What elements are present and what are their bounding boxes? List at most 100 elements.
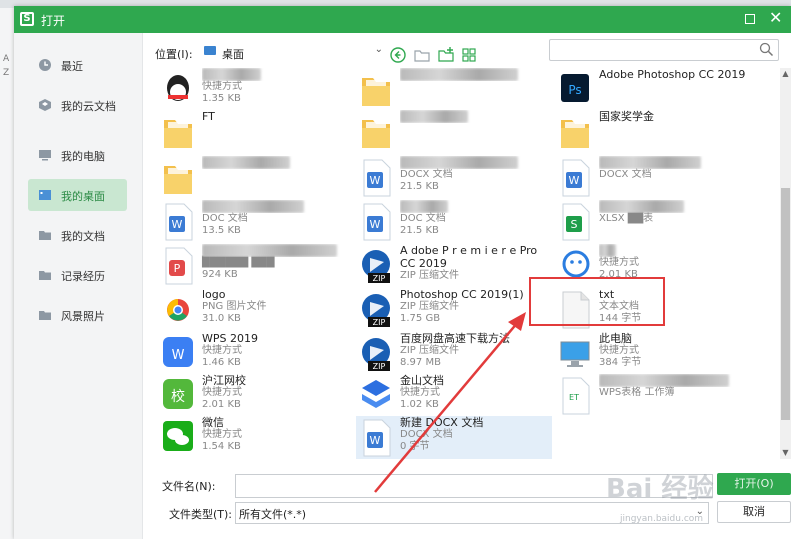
file-size: 21.5 KB — [400, 225, 439, 236]
file-item[interactable]: ████████ — [356, 110, 552, 154]
sidebar-item-label: 我的电脑 — [61, 150, 105, 163]
back-icon[interactable] — [389, 46, 407, 64]
file-name: ████████████ — [599, 156, 749, 169]
file-item[interactable]: W ██████████████DOCX 文档21.5 KB — [356, 156, 552, 200]
up-folder-icon[interactable] — [413, 46, 431, 64]
hujiang-icon: 校 — [160, 376, 196, 416]
sidebar-item-recent[interactable]: 最近 — [28, 49, 127, 81]
file-name: WPS 2019 — [202, 332, 258, 345]
file-type: ZIP 压缩文件 — [400, 345, 460, 356]
sidebar-item-scenery[interactable]: 风景照片 — [28, 299, 127, 331]
file-item[interactable]: FT — [158, 110, 354, 154]
sidebar-item-label: 风景照片 — [61, 310, 105, 323]
filetype-label: 文件类型(T): — [169, 508, 233, 521]
pc-icon — [557, 334, 593, 374]
file-type: DOC 文档 — [400, 213, 446, 224]
sidebar-item-my-documents[interactable]: 我的文档 — [28, 219, 127, 251]
sidebar-item-records[interactable]: 记录经历 — [28, 259, 127, 291]
search-input[interactable] — [549, 39, 779, 61]
file-item[interactable]: ███████快捷方式1.35 KB — [158, 68, 354, 112]
file-name: 沪江网校 — [202, 374, 246, 387]
svg-text:Ps: Ps — [568, 83, 581, 97]
file-size: 1.02 KB — [400, 399, 439, 410]
maximize-icon[interactable] — [745, 14, 755, 24]
view-mode-icon[interactable] — [461, 46, 479, 64]
wps-pdf-icon: P — [160, 246, 196, 286]
file-item[interactable]: P ██████████████████████ ███924 KB — [158, 244, 354, 288]
file-name: ██ — [599, 244, 749, 257]
file-item[interactable]: 微信 快捷方式 1.54 KB — [158, 416, 354, 459]
file-name: 微信 — [202, 416, 224, 429]
new-folder-icon[interactable] — [437, 46, 455, 64]
file-type: 快捷方式 — [202, 81, 242, 92]
clock-icon — [39, 59, 51, 71]
file-item[interactable]: ZIP A dobe P r e m i e r e Pro CC 2019 ZIP… — [356, 244, 552, 288]
file-type: 快捷方式 — [599, 345, 639, 356]
word-icon: W — [557, 158, 593, 198]
file-item[interactable]: W ████████████DOC 文档13.5 KB — [158, 200, 354, 244]
file-item[interactable]: Ps Adobe Photoshop CC 2019 — [555, 68, 751, 112]
scroll-down-icon[interactable]: ▼ — [781, 448, 790, 457]
file-name: Photoshop CC 2019(1) — [400, 288, 524, 301]
background-window-edge: A Z — [0, 8, 14, 539]
filetype-value: 所有文件(*.*) — [239, 508, 307, 521]
file-item[interactable]: logo PNG 图片文件 31.0 KB — [158, 288, 354, 332]
file-size: 2.01 KB — [202, 399, 241, 410]
close-icon[interactable]: ✕ — [769, 9, 782, 27]
file-item[interactable]: ZIP 百度网盘高速下载方法 ZIP 压缩文件 8.97 MB — [356, 332, 552, 376]
background-text: A — [3, 54, 10, 64]
desktop-icon — [204, 46, 216, 55]
file-item[interactable]: 此电脑 快捷方式 384 字节 — [555, 332, 751, 376]
file-type: ██████ ███ — [202, 257, 275, 268]
et-icon: ET — [557, 376, 593, 416]
cancel-button[interactable]: 取消 — [717, 501, 791, 523]
file-item[interactable]: S ██████████XLSX ██表 — [555, 200, 751, 244]
svg-text:S: S — [571, 218, 578, 231]
file-size: 21.5 KB — [400, 181, 439, 192]
file-name: 金山文档 — [400, 374, 444, 387]
scroll-thumb[interactable] — [781, 188, 790, 420]
open-button[interactable]: 打开(O) — [717, 473, 791, 495]
file-type: ZIP 压缩文件 — [400, 301, 460, 312]
file-type: 快捷方式 — [400, 387, 440, 398]
sidebar-item-cloud-docs[interactable]: 我的云文档 — [28, 89, 127, 121]
sidebar-item-computer[interactable]: 我的电脑 — [28, 139, 127, 171]
wechat-icon — [160, 418, 196, 458]
file-size: 8.97 MB — [400, 357, 441, 368]
file-item[interactable]: ZIP Photoshop CC 2019(1) ZIP 压缩文件 1.75 GB — [356, 288, 552, 332]
svg-text:W: W — [370, 434, 381, 447]
file-item[interactable]: W 1████8DOC 文档21.5 KB — [356, 200, 552, 244]
wps-icon: W — [160, 334, 196, 374]
file-item[interactable]: 国家奖学金 — [555, 110, 751, 154]
scroll-up-icon[interactable]: ▲ — [781, 69, 790, 78]
file-item[interactable]: ET ███████████3 易(2)WPS表格 工作簿 — [555, 374, 751, 418]
folder-icon — [39, 231, 51, 240]
sidebar-item-label: 最近 — [61, 60, 83, 73]
file-type: DOCX 文档 — [599, 169, 652, 180]
ps-icon: Ps — [557, 70, 593, 110]
file-name: ██████ ████ — [202, 156, 352, 169]
file-size: 0 字节 — [400, 441, 430, 452]
svg-text:ZIP: ZIP — [373, 362, 386, 371]
svg-text:W: W — [370, 174, 381, 187]
sidebar-item-desktop[interactable]: 我的桌面 — [28, 179, 127, 211]
file-name: ███████ — [202, 68, 352, 81]
svg-text:ZIP: ZIP — [373, 318, 386, 327]
location-select[interactable]: 桌面 ⌄ — [201, 43, 385, 61]
file-type: 快捷方式 — [202, 429, 242, 440]
file-size: 31.0 KB — [202, 313, 241, 324]
sidebar-item-label: 记录经历 — [61, 270, 105, 283]
file-item[interactable]: ██████ ████ — [158, 156, 354, 200]
sidebar-item-label: 我的云文档 — [61, 100, 116, 113]
file-name: ██████████ — [599, 200, 749, 213]
file-item[interactable]: 金山文档 快捷方式 1.02 KB — [356, 374, 552, 418]
file-item[interactable]: 校 沪江网校 快捷方式 2.01 KB — [158, 374, 354, 418]
file-item[interactable]: W ████████████DOCX 文档 — [555, 156, 751, 200]
file-item[interactable]: W 新建 DOCX 文档 DOCX 文档 0 字节 — [356, 416, 552, 459]
scrollbar[interactable]: ▲ ▼ — [780, 68, 791, 459]
file-item[interactable]: W WPS 2019 快捷方式 1.46 KB — [158, 332, 354, 376]
file-type: DOCX 文档 — [400, 169, 453, 180]
file-item[interactable]: ██████████████ — [356, 68, 552, 112]
folder-icon — [557, 112, 593, 152]
wps-logo-icon: S — [20, 12, 34, 26]
